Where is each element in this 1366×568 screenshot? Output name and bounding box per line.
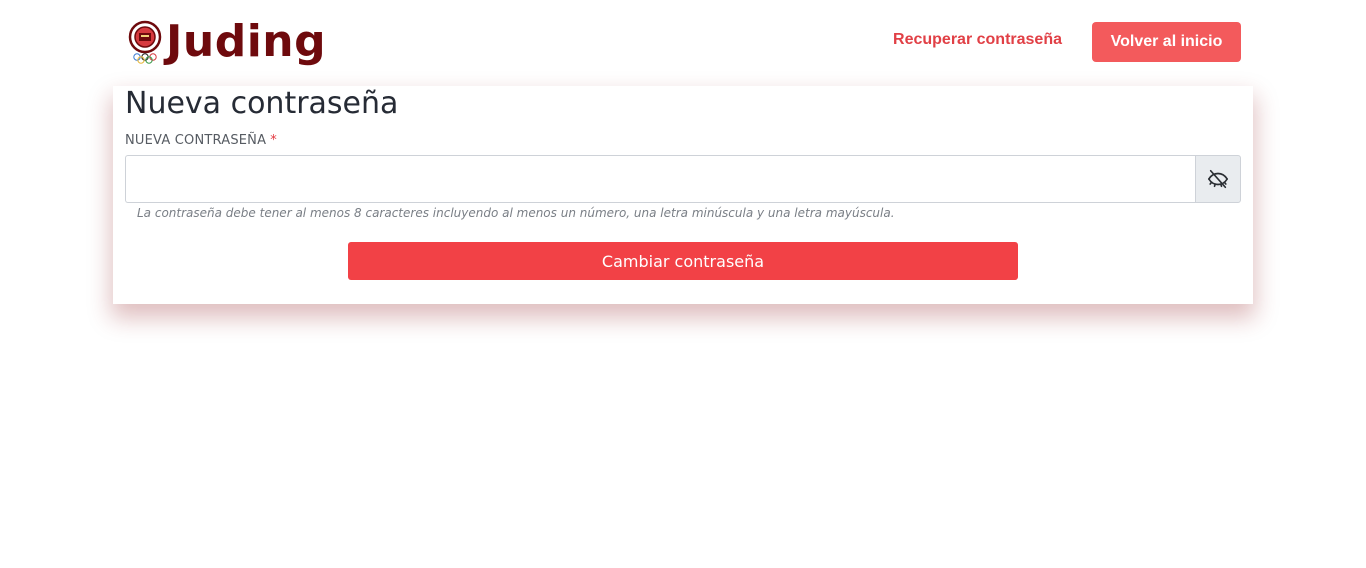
change-password-button[interactable]: Cambiar contraseña xyxy=(348,242,1018,280)
header: Juding Recuperar contraseña Volver al in… xyxy=(113,0,1253,86)
page-title: Nueva contraseña xyxy=(125,86,399,121)
password-input-group xyxy=(125,155,1241,203)
password-hint: La contraseña debe tener al menos 8 cara… xyxy=(137,206,895,220)
password-label: NUEVA CONTRASEÑA * xyxy=(125,133,277,148)
brand-name: Juding xyxy=(166,16,327,67)
password-label-text: NUEVA CONTRASEÑA xyxy=(125,133,267,148)
new-password-card: Nueva contraseña NUEVA CONTRASEÑA * La co… xyxy=(113,86,1253,304)
toggle-password-visibility-button[interactable] xyxy=(1195,155,1241,203)
judo-federation-emblem-icon xyxy=(128,20,162,64)
recover-password-link[interactable]: Recuperar contraseña xyxy=(893,31,1062,49)
logo[interactable]: Juding xyxy=(128,18,326,66)
required-mark: * xyxy=(270,133,277,148)
new-password-input[interactable] xyxy=(125,155,1195,203)
back-home-button[interactable]: Volver al inicio xyxy=(1092,22,1241,62)
eye-slash-icon xyxy=(1208,169,1228,189)
